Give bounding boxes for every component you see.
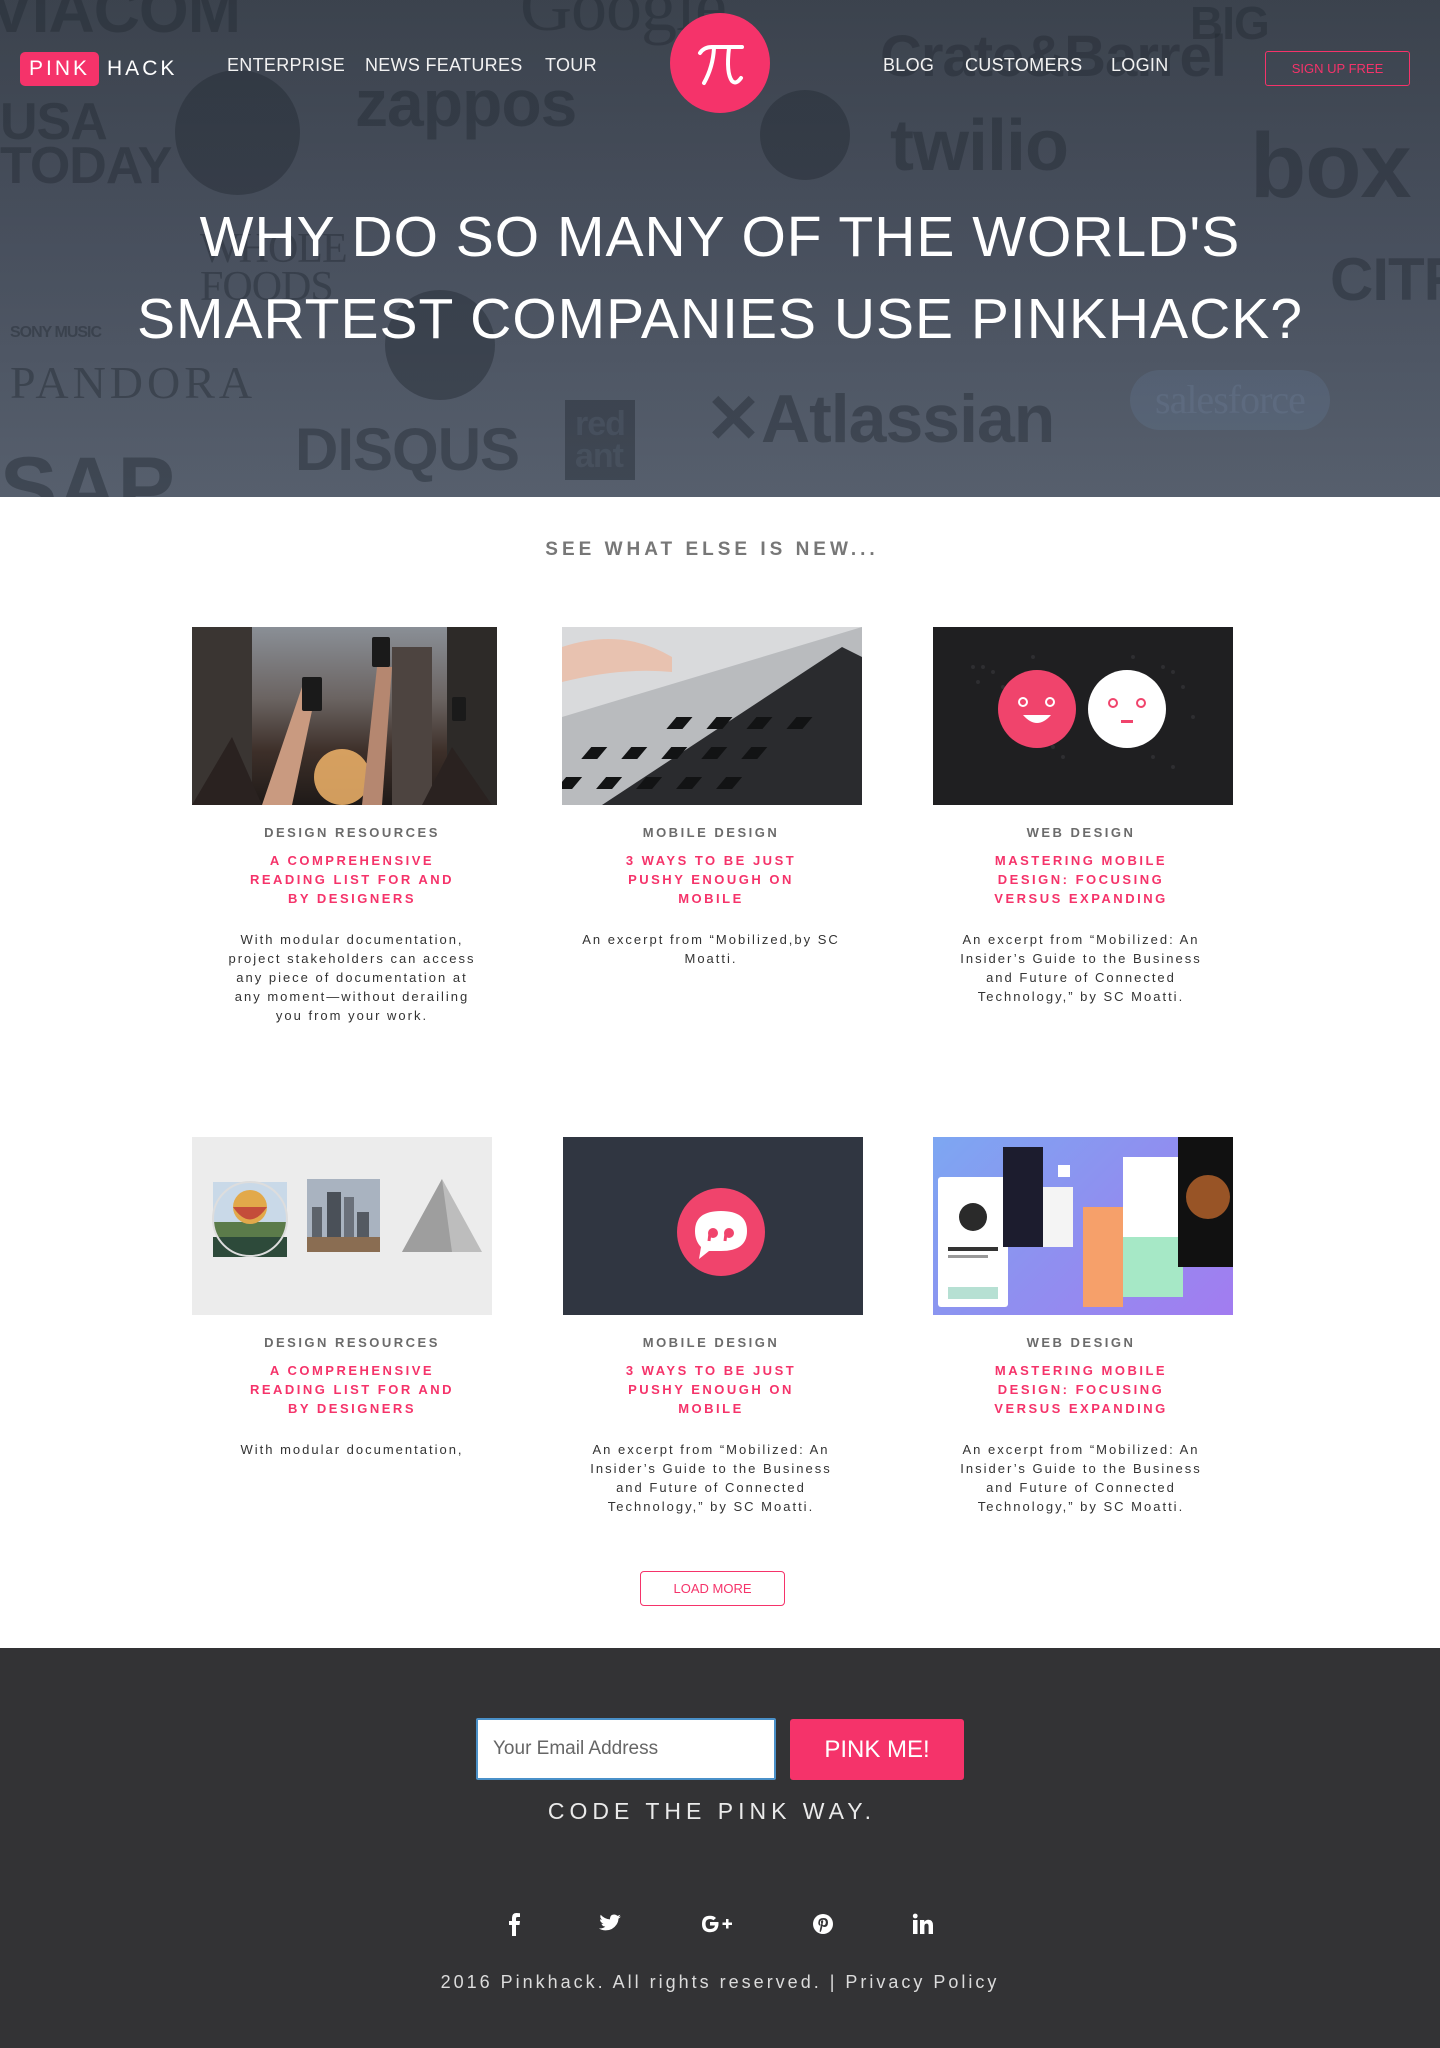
card-category: WEB DESIGN bbox=[1026, 1335, 1136, 1350]
card-excerpt-line: and Future of Connected bbox=[986, 970, 1176, 985]
card-title-line: VERSUS EXPANDING bbox=[994, 1401, 1168, 1416]
card-excerpt-line: An excerpt from “Mobilized,by SC bbox=[582, 932, 840, 947]
card-category: MOBILE DESIGN bbox=[642, 1335, 780, 1350]
copyright-text: 2016 Pinkhack. All rights reserved. | Pr… bbox=[0, 1972, 1440, 1993]
news-card[interactable]: WEB DESIGN MASTERING MOBILE DESIGN: FOCU… bbox=[921, 1137, 1241, 1537]
card-excerpt: With modular documentation, bbox=[192, 1440, 512, 1459]
news-card[interactable]: WEB DESIGN MASTERING MOBILE DESIGN: FOCU… bbox=[921, 627, 1241, 1037]
card-excerpt-line: Technology,” by SC Moatti. bbox=[607, 1499, 815, 1514]
card-title-line: BY DESIGNERS bbox=[287, 891, 416, 906]
card-excerpt-line: you from your work. bbox=[275, 1008, 429, 1023]
card-excerpt: With modular documentation, project stak… bbox=[192, 930, 512, 1025]
card-excerpt-line: An excerpt from “Mobilized: An bbox=[962, 932, 1200, 947]
load-more-button[interactable]: LOAD MORE bbox=[640, 1571, 785, 1606]
card-excerpt-line: Insider’s Guide to the Business bbox=[590, 1461, 832, 1476]
card-title-line: DESIGN: FOCUSING bbox=[997, 1382, 1165, 1397]
pink-me-button[interactable]: PINK ME! bbox=[790, 1719, 964, 1780]
card-excerpt-line: any moment—without derailing bbox=[234, 989, 470, 1004]
nav-link-tour[interactable]: TOUR bbox=[545, 55, 597, 76]
nav-link-login[interactable]: LOGIN bbox=[1111, 55, 1169, 76]
faces-world-map bbox=[933, 627, 1233, 805]
card-excerpt-line: and Future of Connected bbox=[616, 1480, 806, 1495]
card-excerpt-line: Insider’s Guide to the Business bbox=[960, 1461, 1202, 1476]
card-title-line: DESIGN: FOCUSING bbox=[997, 872, 1165, 887]
card-excerpt-line: Insider’s Guide to the Business bbox=[960, 951, 1202, 966]
pi-icon bbox=[698, 45, 744, 85]
news-card[interactable]: MOBILE DESIGN 3 WAYS TO BE JUST PUSHY EN… bbox=[551, 1137, 871, 1537]
hero-title-line-1: WHY DO SO MANY OF THE WORLD'S bbox=[199, 205, 1241, 269]
twitter-icon[interactable] bbox=[590, 1904, 630, 1944]
card-title-line: BY DESIGNERS bbox=[287, 1401, 416, 1416]
email-input[interactable] bbox=[476, 1718, 776, 1780]
card-excerpt-line: and Future of Connected bbox=[986, 1480, 1176, 1495]
nav-link-news-features[interactable]: NEWS FEATURES bbox=[365, 55, 523, 76]
card-title-line: 3 WAYS TO BE JUST bbox=[625, 1363, 797, 1378]
card-title-line: A COMPREHENSIVE bbox=[269, 853, 435, 868]
card-excerpt-line: An excerpt from “Mobilized: An bbox=[592, 1442, 830, 1457]
nav-link-enterprise[interactable]: ENTERPRISE bbox=[227, 55, 345, 76]
linkedin-icon[interactable] bbox=[903, 1904, 943, 1944]
card-title-line: PUSHY ENOUGH ON bbox=[628, 1382, 794, 1397]
card-excerpt-line: any piece of documentation at bbox=[236, 970, 468, 985]
brand-logo[interactable]: PINK HACK bbox=[20, 52, 177, 86]
hero-title: WHY DO SO MANY OF THE WORLD'S SMARTEST C… bbox=[0, 196, 1440, 360]
card-title-line: PUSHY ENOUGH ON bbox=[628, 872, 794, 887]
card-excerpt: An excerpt from “Mobilized: An Insider’s… bbox=[921, 930, 1241, 1006]
card-title-line: MASTERING MOBILE bbox=[994, 853, 1168, 868]
card-title-line: A COMPREHENSIVE bbox=[269, 1363, 435, 1378]
card-excerpt-line: With modular documentation, bbox=[240, 1442, 464, 1457]
card-title[interactable]: A COMPREHENSIVE READING LIST FOR AND BY … bbox=[212, 851, 492, 908]
brand-logo-hack: HACK bbox=[107, 57, 178, 80]
privacy-policy-link[interactable]: Privacy Policy bbox=[845, 1972, 999, 1992]
top-navigation: PINK HACK ENTERPRISE NEWS FEATURES TOUR … bbox=[0, 0, 1440, 140]
news-card[interactable]: DESIGN RESOURCES A COMPREHENSIVE READING… bbox=[192, 1137, 512, 1537]
chat-bubble-icon-tile bbox=[563, 1137, 863, 1315]
card-title-line: MASTERING MOBILE bbox=[994, 1363, 1168, 1378]
card-excerpt-line: Moatti. bbox=[684, 951, 738, 966]
card-excerpt-line: project stakeholders can access bbox=[228, 951, 476, 966]
card-title-line: VERSUS EXPANDING bbox=[994, 891, 1168, 906]
hero-section: VIACOM Google USATODAY zappos twilio box… bbox=[0, 0, 1440, 497]
card-title-line: MOBILE bbox=[678, 1401, 744, 1416]
crowd-phones-photo bbox=[192, 627, 497, 805]
pinterest-icon[interactable] bbox=[803, 1904, 843, 1944]
card-title[interactable]: 3 WAYS TO BE JUST PUSHY ENOUGH ON MOBILE bbox=[571, 851, 851, 908]
nav-link-blog[interactable]: BLOG bbox=[883, 55, 934, 76]
card-title-line: READING LIST FOR AND bbox=[249, 872, 455, 887]
brand-logo-pink: PINK bbox=[20, 52, 100, 86]
card-excerpt: An excerpt from “Mobilized: An Insider’s… bbox=[551, 1440, 871, 1516]
card-title[interactable]: MASTERING MOBILE DESIGN: FOCUSING VERSUS… bbox=[941, 1361, 1221, 1418]
card-excerpt-line: An excerpt from “Mobilized: An bbox=[962, 1442, 1200, 1457]
card-category: WEB DESIGN bbox=[1026, 825, 1136, 840]
news-card[interactable]: MOBILE DESIGN 3 WAYS TO BE JUST PUSHY EN… bbox=[551, 627, 871, 1037]
card-title-line: 3 WAYS TO BE JUST bbox=[625, 853, 797, 868]
card-excerpt-line: Technology,” by SC Moatti. bbox=[977, 1499, 1185, 1514]
news-section-heading: SEE WHAT ELSE IS NEW... bbox=[545, 539, 879, 560]
card-excerpt: An excerpt from “Mobilized,by SC Moatti. bbox=[551, 930, 871, 968]
card-category: DESIGN RESOURCES bbox=[264, 825, 440, 840]
signup-free-button[interactable]: SIGN UP FREE bbox=[1265, 51, 1410, 86]
pi-logo[interactable] bbox=[670, 13, 770, 113]
card-excerpt: An excerpt from “Mobilized: An Insider’s… bbox=[921, 1440, 1241, 1516]
card-title[interactable]: MASTERING MOBILE DESIGN: FOCUSING VERSUS… bbox=[941, 851, 1221, 908]
card-excerpt-line: With modular documentation, bbox=[240, 932, 464, 947]
balloon-city-triangle bbox=[192, 1137, 492, 1315]
news-card[interactable]: DESIGN RESOURCES A COMPREHENSIVE READING… bbox=[192, 627, 512, 1037]
nav-link-customers[interactable]: CUSTOMERS bbox=[965, 55, 1082, 76]
footer-tagline: CODE THE PINK WAY. bbox=[547, 1798, 877, 1824]
card-excerpt-line: Technology,” by SC Moatti. bbox=[977, 989, 1185, 1004]
facebook-icon[interactable] bbox=[494, 1904, 534, 1944]
app-screens-collage bbox=[933, 1137, 1233, 1315]
hero-title-line-2: SMARTEST COMPANIES USE PINKHACK? bbox=[137, 287, 1303, 351]
card-title-line: MOBILE bbox=[678, 891, 744, 906]
footer: PINK ME! CODE THE PINK WAY. 2016 Pinkhac… bbox=[0, 1648, 1440, 2048]
card-title[interactable]: 3 WAYS TO BE JUST PUSHY ENOUGH ON MOBILE bbox=[571, 1361, 851, 1418]
copyright-label: 2016 Pinkhack. All rights reserved. | bbox=[440, 1972, 846, 1992]
laptop-keyboard-photo bbox=[562, 627, 862, 805]
card-category: MOBILE DESIGN bbox=[642, 825, 780, 840]
google-plus-icon[interactable] bbox=[697, 1904, 737, 1944]
card-title[interactable]: A COMPREHENSIVE READING LIST FOR AND BY … bbox=[212, 1361, 492, 1418]
card-title-line: READING LIST FOR AND bbox=[249, 1382, 455, 1397]
card-category: DESIGN RESOURCES bbox=[264, 1335, 440, 1350]
